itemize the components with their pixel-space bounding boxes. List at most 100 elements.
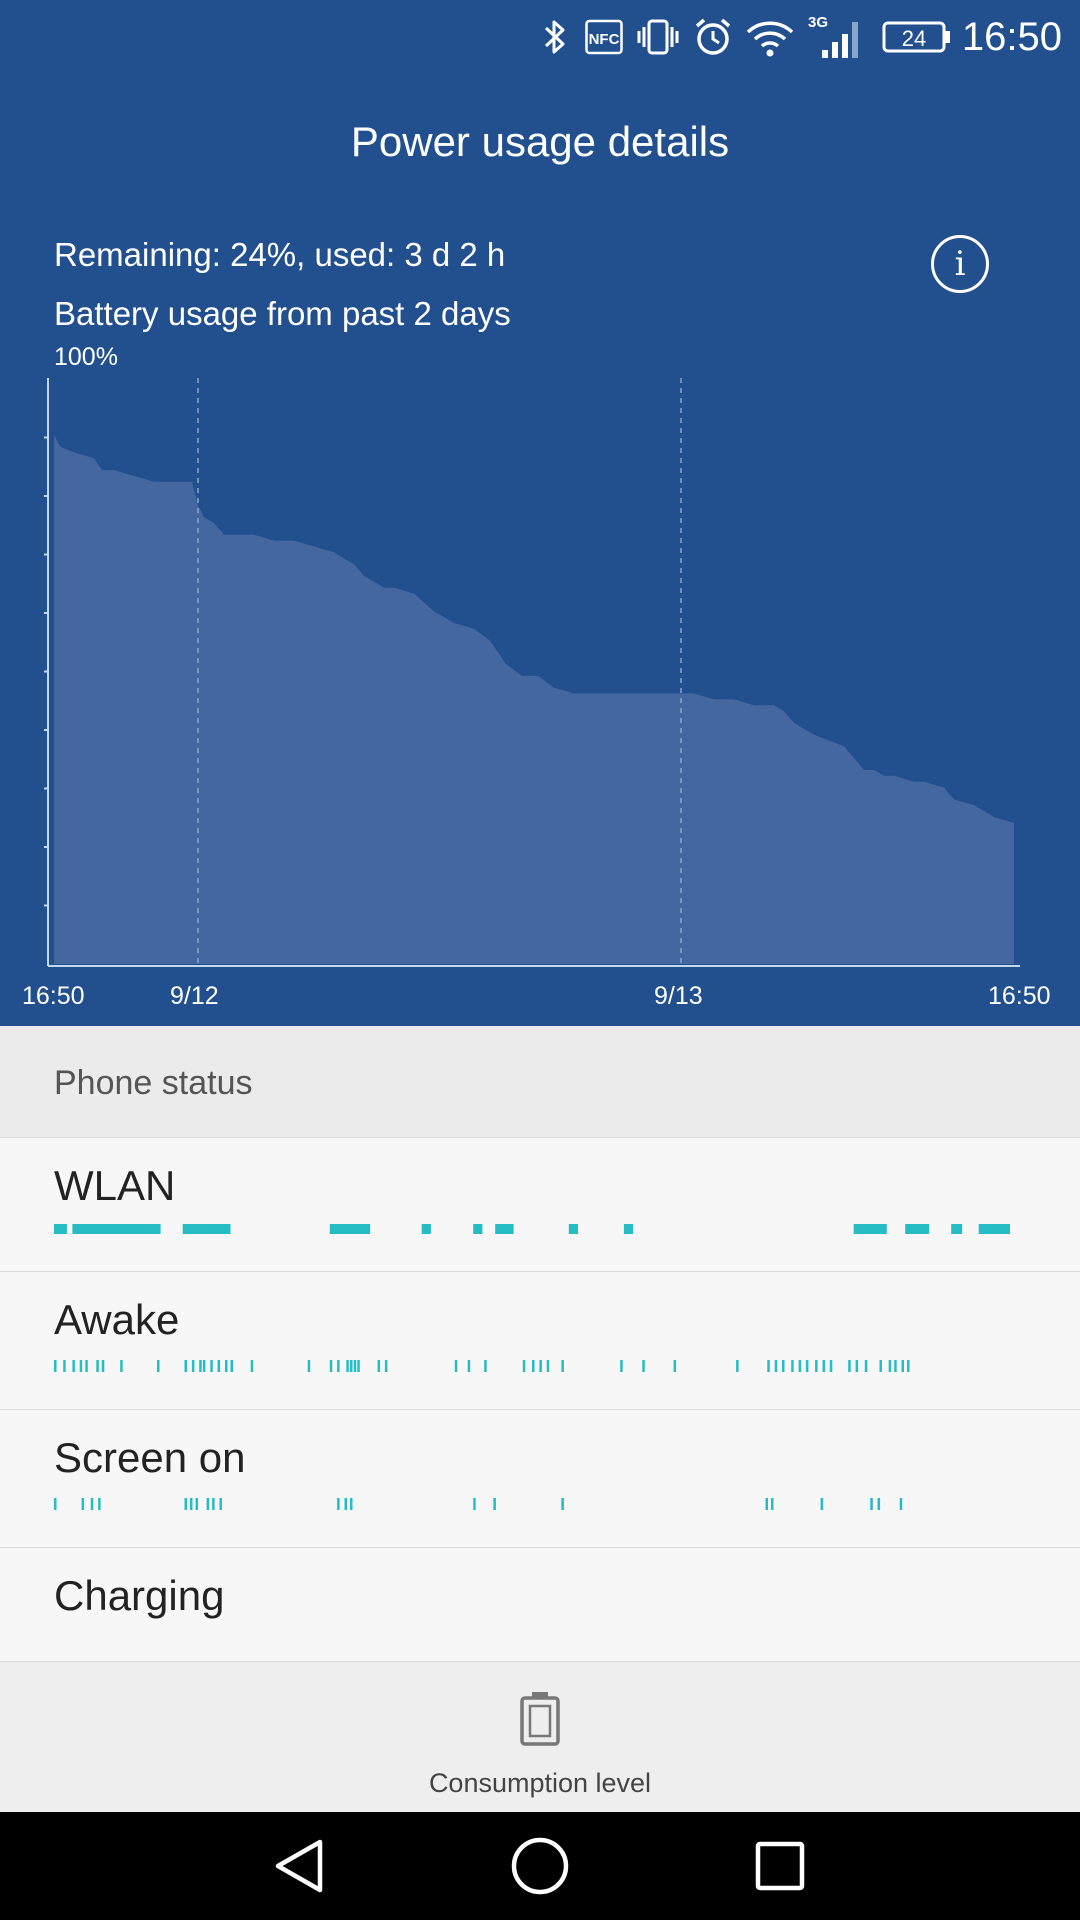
activity-tick [894,1360,897,1372]
activity-tick [346,1360,349,1372]
info-icon[interactable]: i [931,235,989,293]
status-row-wlan[interactable]: WLAN [0,1138,1080,1272]
activity-tick [855,1360,859,1372]
wlan-activity-track [54,1224,1010,1234]
activity-span [182,1224,231,1234]
activity-tick [101,1360,105,1372]
activity-tick [206,1498,210,1510]
activity-tick [329,1360,333,1372]
activity-tick [79,1360,83,1372]
signal-icon: 3G [804,14,868,60]
activity-tick [157,1360,160,1372]
activity-tick [377,1360,381,1372]
phone-status-header: Phone status [0,1026,1080,1138]
activity-span [54,1224,67,1234]
activity-tick [805,1360,809,1372]
activity-span [978,1224,1010,1234]
activity-tick [546,1360,550,1372]
vibrate-icon [636,14,680,60]
activity-tick [219,1498,222,1510]
activity-tick [473,1498,476,1510]
activity-tick [191,1360,195,1372]
activity-tick [532,1360,535,1372]
recents-icon[interactable] [748,1834,812,1898]
activity-tick [467,1360,471,1372]
activity-tick [350,1498,353,1510]
activity-tick [620,1360,623,1372]
navigation-bar [0,1812,1080,1920]
activity-tick [879,1360,882,1372]
x-tick-label-day1: 9/12 [170,982,219,1010]
activity-tick [673,1360,677,1372]
activity-tick [561,1360,564,1372]
activity-tick [901,1360,904,1372]
activity-tick [184,1360,187,1372]
activity-tick [848,1360,851,1372]
activity-tick [98,1498,101,1510]
activity-tick [344,1498,347,1510]
wifi-icon [744,14,796,60]
activity-tick [899,1498,903,1510]
battery-chart [44,378,1020,967]
activity-span [905,1224,930,1234]
svg-text:24: 24 [902,26,926,51]
activity-tick [782,1360,785,1372]
activity-tick [907,1360,910,1372]
activity-span [623,1224,634,1234]
activity-tick [888,1360,892,1372]
activity-tick [199,1360,202,1372]
page-title: Power usage details [350,118,730,165]
activity-tick [202,1360,206,1372]
activity-tick [771,1498,774,1510]
activity-span [568,1224,578,1234]
back-icon[interactable] [268,1834,332,1898]
x-tick-label-start: 16:50 [22,982,85,1010]
activity-tick [767,1360,770,1372]
consumption-level-label: Consumption level [428,1768,652,1798]
activity-tick [195,1498,199,1510]
battery-level-icon [520,1692,560,1746]
usage-period-text: Battery usage from past 2 days [54,295,511,332]
phone-status-title: Phone status [54,1064,253,1102]
activity-tick [877,1498,881,1510]
activity-tick [120,1360,123,1372]
activity-span [329,1224,371,1234]
activity-tick [454,1360,458,1372]
battery-icon: 24 [882,14,952,60]
charging-activity-track [0,1548,1080,1662]
status-bar: NFC 3G 24 16:50 [0,0,1080,74]
activity-tick [250,1360,254,1372]
activity-tick [765,1498,768,1510]
activity-tick [225,1360,228,1372]
activity-tick [353,1360,357,1372]
consumption-level-button[interactable]: Consumption level [0,1662,1080,1812]
x-tick-label-end: 16:50 [988,982,1051,1010]
alarm-icon [691,14,735,60]
status-row-charging[interactable]: Charging [0,1548,1080,1662]
activity-tick [337,1360,340,1372]
activity-tick [484,1360,487,1372]
status-row-awake[interactable]: Awake [0,1272,1080,1410]
screen-on-activity-track [54,1498,903,1510]
activity-tick [829,1360,833,1372]
power-usage-panel: NFC 3G 24 16:50 Power usage details Rema… [0,0,1080,1026]
activity-tick [337,1498,340,1510]
activity-tick [54,1360,57,1372]
clock: 16:50 [961,15,1062,59]
svg-text:3G: 3G [808,14,828,31]
activity-tick [54,1498,57,1510]
home-icon[interactable] [508,1834,572,1898]
x-tick-label-day2: 9/13 [654,982,703,1010]
activity-tick [85,1360,88,1372]
activity-span [495,1224,514,1234]
activity-tick [791,1360,794,1372]
activity-tick [820,1498,824,1510]
status-row-screen-on[interactable]: Screen on [0,1410,1080,1548]
activity-tick [90,1498,94,1510]
activity-tick [357,1360,360,1372]
activity-span [853,1224,887,1234]
activity-tick [384,1360,388,1372]
activity-tick [561,1498,564,1510]
activity-tick [72,1360,75,1372]
bluetooth-icon [540,14,570,60]
